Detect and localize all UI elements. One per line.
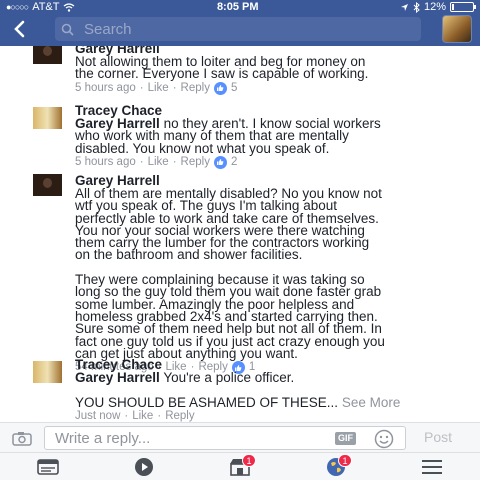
search-placeholder: Search [84,20,132,38]
top-bar: ●○○○○ AT&T 8:05 PM 12% Search [0,0,480,46]
comment-meta: 5 hours ago · Like · Reply 2 [75,155,238,169]
reply-bar: Write a reply... GIF Post [0,422,480,452]
news-feed-icon [37,459,59,475]
avatar[interactable] [33,46,62,64]
wifi-icon [64,2,75,12]
notification-badge: 1 [338,454,352,467]
comment-meta: 5 hours ago · Like · Reply 5 [75,81,238,95]
tab-bar: 1 1 [0,452,480,480]
search-input[interactable]: Search [55,17,421,41]
like-count[interactable]: 2 [231,156,237,169]
reply-button[interactable]: Reply [181,82,210,95]
like-icon[interactable] [213,155,227,169]
battery-percent: 12% [423,1,446,13]
tab-marketplace[interactable]: 1 [228,454,256,477]
carrier-label: AT&T [32,1,60,13]
bluetooth-icon [413,1,420,13]
smiley-icon [374,429,394,449]
mention-link[interactable]: Garey Harrell [75,370,160,385]
comment-time: Just now [75,409,121,422]
avatar[interactable] [33,107,62,129]
comment-meta: Just now · Like · Reply [75,409,195,422]
chevron-left-icon [14,20,25,38]
comment-thread: Garey Harrell Not allowing them to loite… [0,46,480,422]
reply-button[interactable]: Reply [165,410,194,422]
status-bar: ●○○○○ AT&T 8:05 PM 12% [0,0,480,14]
reply-input[interactable]: Write a reply... GIF [44,426,406,450]
location-icon [400,3,408,11]
comment-text: Not allowing them to loiter and beg for … [75,54,369,82]
signal-icon: ●○○○○ [6,2,29,12]
gif-button[interactable]: GIF [335,432,356,445]
sticker-button[interactable] [374,429,394,454]
profile-avatar[interactable] [442,15,472,43]
search-icon [61,23,74,36]
back-button[interactable] [0,14,38,44]
battery-icon [450,2,476,12]
post-button[interactable]: Post [424,429,452,445]
comment-text: Garey Harrell no they aren't. I know soc… [75,116,381,156]
tab-video[interactable] [132,457,156,477]
comment-time: 5 hours ago [75,81,136,94]
like-count[interactable]: 5 [231,82,237,95]
play-icon [135,458,153,476]
clock: 8:05 PM [216,1,259,13]
avatar[interactable] [33,174,62,196]
avatar[interactable] [33,361,62,383]
reply-button[interactable]: Reply [181,156,210,169]
see-more-link[interactable]: See More [338,395,401,410]
tab-news-feed[interactable] [36,457,60,477]
like-button[interactable]: Like [148,156,169,169]
comment-text: All of them are mentally disabled? No yo… [75,186,385,361]
camera-button[interactable] [12,431,32,451]
reply-placeholder: Write a reply... [55,430,151,447]
notification-badge: 1 [242,454,256,467]
camera-icon [12,432,32,446]
tab-menu[interactable] [420,457,444,477]
comment-time: 5 hours ago [75,155,136,168]
like-icon[interactable] [213,81,227,95]
tab-notifications[interactable]: 1 [324,454,352,477]
menu-icon [422,460,442,474]
like-button[interactable]: Like [132,410,153,422]
like-button[interactable]: Like [148,82,169,95]
comment-text: Garey Harrell You're a police officer. Y… [75,370,401,410]
